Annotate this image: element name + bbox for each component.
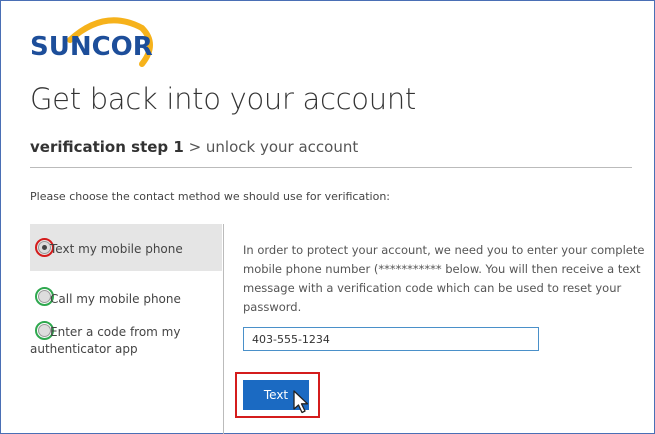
method-option-call[interactable]: Call my mobile phone [30,282,222,312]
page-title: Get back into your account [30,82,416,116]
divider [30,167,632,168]
breadcrumb-next-step: > unlock your account [183,138,359,156]
method-option-authenticator[interactable]: Enter a code from my authenticator app [30,320,222,364]
method-prompt: Please choose the contact method we shou… [30,190,390,203]
method-label-authenticator-line1: Enter a code from my [50,325,181,339]
mouse-pointer-icon [293,390,309,414]
suncor-logo: SUNCOR [30,10,180,70]
info-text: In order to protect your account, we nee… [243,243,645,314]
phone-number-input[interactable] [243,327,539,351]
method-label-text: Text my mobile phone [50,242,183,256]
method-option-text[interactable]: Text my mobile phone [30,224,222,271]
contact-method-list: Text my mobile phone Call my mobile phon… [30,224,224,434]
method-label-call: Call my mobile phone [50,292,181,306]
brand-name: SUNCOR [30,32,153,62]
breadcrumb: verification step 1 > unlock your accoun… [30,138,358,156]
breadcrumb-current-step: verification step 1 [30,138,184,156]
method-label-authenticator-line2: authenticator app [30,342,138,356]
